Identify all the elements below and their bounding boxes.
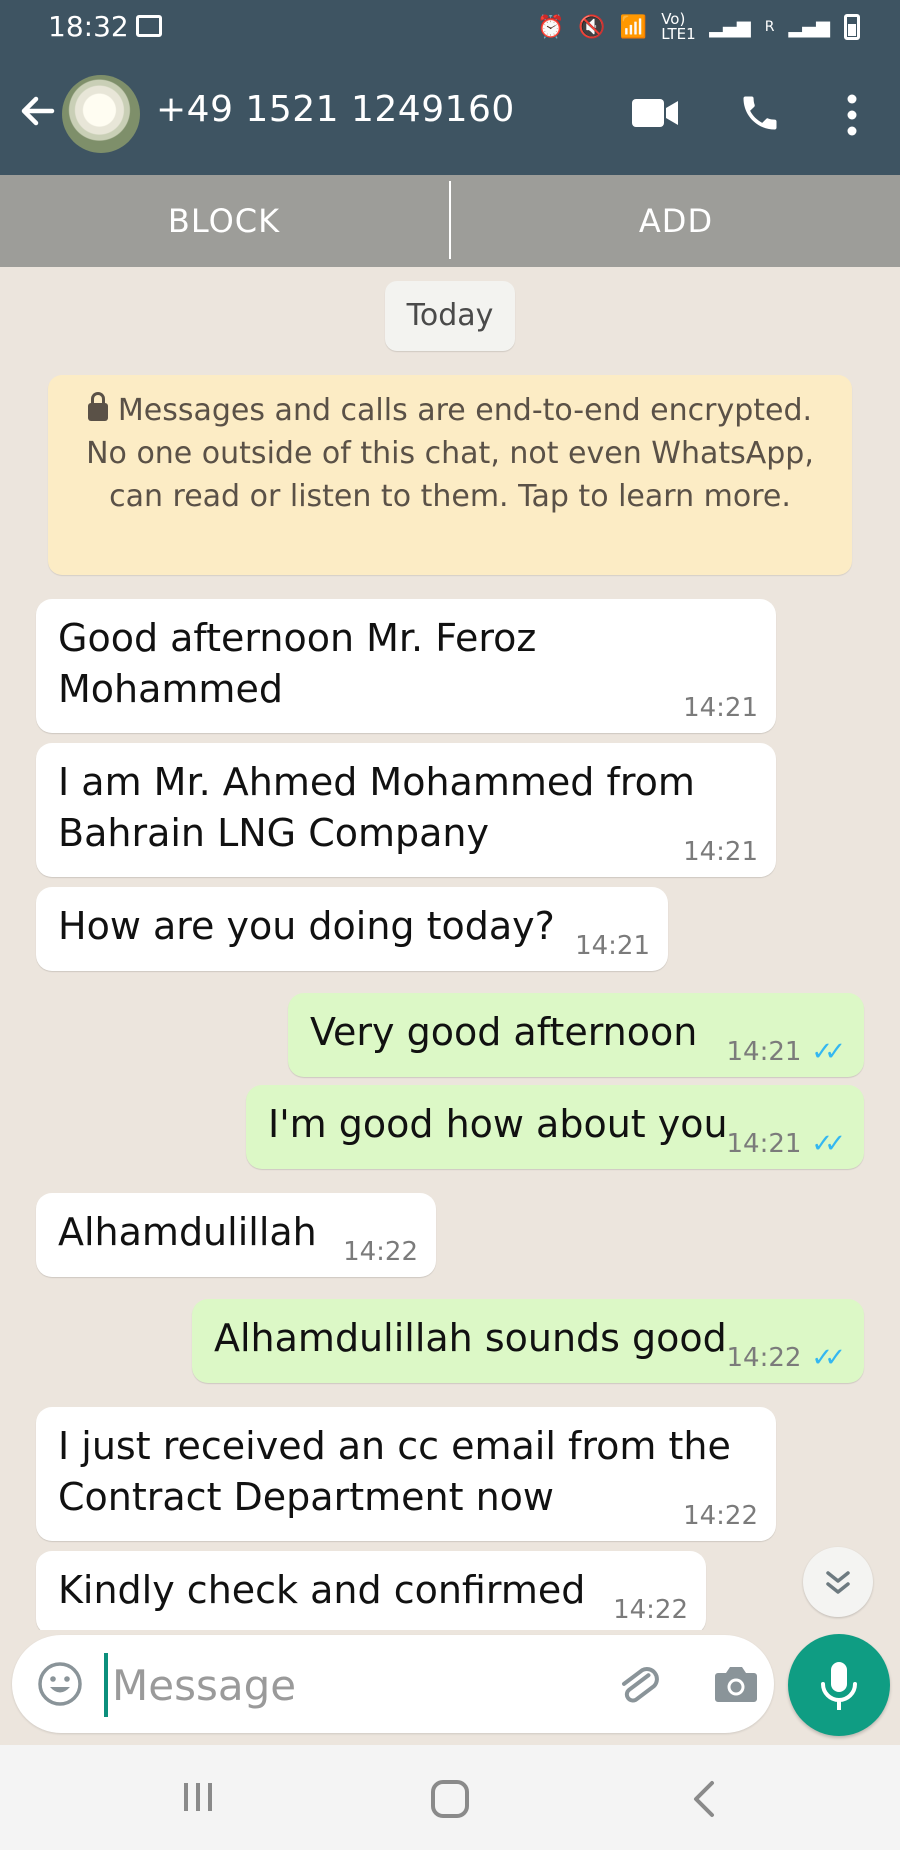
- incoming-message[interactable]: Kindly check and confirmed 14:22: [36, 1551, 706, 1630]
- message-list[interactable]: Today Messages and calls are end-to-end …: [0, 267, 900, 1630]
- message-time: 14:21: [726, 1037, 802, 1067]
- camera-icon[interactable]: [712, 1661, 760, 1707]
- gallery-notification-icon: [136, 15, 162, 37]
- message-time: 14:21: [575, 931, 650, 961]
- signal-roaming-icon: ▂▄▆: [788, 16, 830, 38]
- scroll-to-bottom-button[interactable]: [803, 1547, 873, 1617]
- encryption-notice[interactable]: Messages and calls are end-to-end encryp…: [48, 375, 852, 575]
- video-call-icon[interactable]: [630, 95, 680, 131]
- more-options-icon[interactable]: [842, 93, 862, 137]
- voice-call-icon[interactable]: [738, 91, 782, 135]
- unknown-contact-bar: BLOCK ADD: [0, 175, 900, 267]
- message-text-line: I'm good how about you: [268, 1102, 728, 1146]
- message-time: 14:21: [726, 1129, 802, 1159]
- emoji-icon[interactable]: [36, 1660, 84, 1708]
- message-text-line: Alhamdulillah sounds good: [214, 1316, 727, 1360]
- encryption-notice-text: Messages and calls are end-to-end encryp…: [86, 393, 814, 514]
- mute-icon: 🔇: [578, 14, 606, 40]
- incoming-message[interactable]: Good afternoon Mr. Feroz Mohammed 14:21: [36, 599, 776, 733]
- microphone-icon: [821, 1662, 857, 1710]
- outgoing-message[interactable]: Alhamdulillah sounds good 14:22 ✓✓: [192, 1299, 864, 1383]
- message-text-line: Kindly check and confirmed: [58, 1568, 586, 1612]
- outgoing-message[interactable]: Very good afternoon 14:21 ✓✓: [288, 993, 864, 1077]
- message-time: 14:22: [726, 1343, 802, 1373]
- signal-icon: ▂▄▆: [709, 16, 751, 38]
- voice-message-button[interactable]: [788, 1634, 890, 1736]
- message-text-line: Bahrain LNG Company: [58, 811, 489, 855]
- attach-icon[interactable]: [614, 1660, 664, 1710]
- date-chip: Today: [385, 281, 515, 351]
- incoming-message[interactable]: Alhamdulillah 14:22: [36, 1193, 436, 1277]
- message-time: 14:22: [683, 1501, 758, 1531]
- battery-icon: [844, 14, 860, 40]
- message-text-line: Alhamdulillah: [58, 1210, 317, 1254]
- message-text-line: I just received an cc email from the: [58, 1424, 731, 1468]
- add-button[interactable]: ADD: [452, 175, 900, 267]
- chat-header: +49 1521 1249160: [0, 55, 900, 175]
- message-time: 14:22: [613, 1595, 688, 1625]
- message-text-line: Very good afternoon: [310, 1010, 698, 1054]
- roaming-label: R: [764, 19, 775, 35]
- network-label: Vo) LTE1: [661, 10, 696, 43]
- message-text-line: Good afternoon Mr. Feroz: [58, 616, 537, 660]
- incoming-message[interactable]: I am Mr. Ahmed Mohammed from Bahrain LNG…: [36, 743, 776, 877]
- message-time: 14:21: [683, 837, 758, 867]
- message-time: 14:22: [343, 1237, 418, 1267]
- message-input[interactable]: [112, 1655, 592, 1715]
- message-text-line: Contract Department now: [58, 1475, 554, 1519]
- wifi-icon: 📶: [619, 14, 648, 40]
- recent-apps-icon[interactable]: [178, 1777, 218, 1817]
- read-ticks-icon: ✓✓: [811, 1343, 845, 1373]
- block-button[interactable]: BLOCK: [0, 175, 448, 267]
- read-ticks-icon: ✓✓: [811, 1037, 845, 1067]
- system-navigation-bar: [0, 1745, 900, 1850]
- message-time: 14:21: [683, 693, 758, 723]
- read-ticks-icon: ✓✓: [811, 1129, 845, 1159]
- outgoing-message[interactable]: I'm good how about you 14:21 ✓✓: [246, 1085, 864, 1169]
- message-text-line: Mohammed: [58, 667, 283, 711]
- contact-avatar[interactable]: [62, 75, 140, 153]
- double-chevron-down-icon: [826, 1571, 850, 1594]
- home-icon[interactable]: [428, 1777, 472, 1821]
- action-divider: [449, 181, 451, 259]
- status-time: 18:32: [48, 10, 129, 43]
- message-text-line: How are you doing today?: [58, 904, 555, 948]
- lock-icon: [87, 392, 108, 421]
- status-icons: ⏰ 🔇 📶 Vo) LTE1 ▂▄▆ R ▂▄▆: [537, 12, 860, 42]
- contact-name[interactable]: +49 1521 1249160: [156, 89, 515, 130]
- text-cursor: [104, 1653, 108, 1717]
- status-bar: 18:32 ⏰ 🔇 📶 Vo) LTE1 ▂▄▆ R ▂▄▆: [0, 0, 900, 55]
- incoming-message[interactable]: How are you doing today? 14:21: [36, 887, 668, 971]
- message-text-line: I am Mr. Ahmed Mohammed from: [58, 760, 695, 804]
- message-composer: [12, 1635, 774, 1733]
- back-nav-icon[interactable]: [686, 1777, 722, 1821]
- alarm-icon: ⏰: [536, 14, 565, 40]
- incoming-message[interactable]: I just received an cc email from the Con…: [36, 1407, 776, 1541]
- back-arrow-icon[interactable]: [16, 89, 60, 133]
